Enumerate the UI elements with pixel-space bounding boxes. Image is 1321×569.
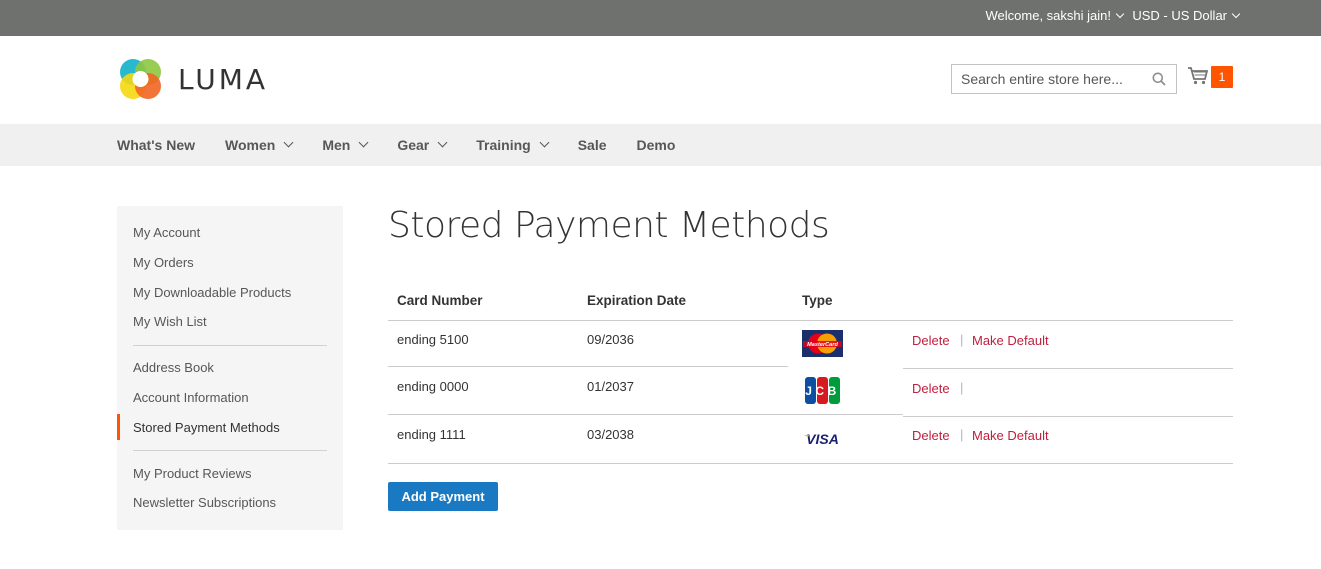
nav-label: Sale bbox=[577, 137, 607, 153]
row-divider bbox=[388, 366, 788, 367]
luma-logo-icon bbox=[120, 59, 161, 99]
chevron-down-icon bbox=[283, 137, 294, 147]
jcb-icon: JCB bbox=[805, 377, 840, 404]
nav-label: Women bbox=[225, 137, 276, 153]
nav-gear[interactable]: Gear bbox=[397, 137, 448, 153]
expiration-cell: 03/2038 bbox=[587, 427, 634, 442]
jcb-text: JCB bbox=[805, 384, 840, 398]
action-separator: | bbox=[960, 380, 964, 395]
sidebar-item-my-orders[interactable]: My Orders bbox=[133, 255, 194, 270]
nav-label: Training bbox=[476, 137, 531, 153]
expiration-cell: 09/2036 bbox=[587, 332, 634, 347]
nav-label: Demo bbox=[636, 137, 676, 153]
top-bar: Welcome, sakshi jain! USD - US Dollar bbox=[0, 0, 1321, 36]
sidebar-divider bbox=[133, 345, 327, 346]
action-separator: | bbox=[960, 427, 964, 442]
visa-text: VISA bbox=[806, 431, 839, 447]
chevron-down-icon bbox=[1115, 9, 1125, 19]
nav-sale[interactable]: Sale bbox=[578, 137, 607, 153]
delete-link[interactable]: Delete bbox=[912, 381, 950, 396]
card-number-cell: ending 1111 bbox=[397, 427, 466, 442]
visa-icon: VISA bbox=[804, 431, 839, 447]
currency-switcher[interactable]: USD - US Dollar bbox=[1132, 8, 1241, 23]
nav-training[interactable]: Training bbox=[476, 137, 550, 153]
mastercard-icon: MasterCard bbox=[802, 330, 843, 357]
column-header-type: Type bbox=[802, 293, 833, 308]
nav-label: Men bbox=[322, 137, 351, 153]
sidebar-item-product-reviews[interactable]: My Product Reviews bbox=[133, 466, 251, 481]
currency-text: USD - US Dollar bbox=[1132, 8, 1227, 23]
sidebar-item-downloadable-products[interactable]: My Downloadable Products bbox=[133, 285, 291, 300]
sidebar-item-wish-list[interactable]: My Wish List bbox=[133, 314, 207, 329]
header-divider bbox=[388, 320, 1233, 321]
add-payment-button[interactable]: Add Payment bbox=[388, 482, 498, 511]
action-separator: | bbox=[960, 332, 964, 347]
chevron-down-icon bbox=[539, 137, 550, 147]
main-nav: What's New Women Men Gear Training Sale … bbox=[0, 124, 1321, 166]
row-divider bbox=[903, 416, 1233, 417]
sidebar-item-newsletter-subscriptions[interactable]: Newsletter Subscriptions bbox=[133, 495, 276, 510]
welcome-menu[interactable]: Welcome, sakshi jain! bbox=[985, 8, 1125, 23]
chevron-down-icon bbox=[1231, 9, 1241, 19]
row-divider bbox=[903, 368, 1233, 369]
sidebar-item-stored-payment-methods: Stored Payment Methods bbox=[133, 420, 280, 435]
sidebar-divider bbox=[133, 450, 327, 451]
cart-icon bbox=[1188, 67, 1209, 85]
nav-whats-new[interactable]: What's New bbox=[117, 137, 195, 153]
sidebar-item-my-account[interactable]: My Account bbox=[133, 225, 200, 240]
card-number-cell: ending 0000 bbox=[397, 379, 469, 394]
search-input[interactable] bbox=[952, 65, 1142, 93]
sidebar-item-address-book[interactable]: Address Book bbox=[133, 360, 214, 375]
active-indicator bbox=[117, 414, 120, 440]
search-box bbox=[951, 64, 1177, 94]
mastercard-text: MasterCard bbox=[807, 342, 838, 348]
account-sidebar: My Account My Orders My Downloadable Pro… bbox=[117, 206, 343, 530]
make-default-link[interactable]: Make Default bbox=[972, 428, 1049, 443]
logo-text: LUMA bbox=[178, 63, 269, 96]
delete-link[interactable]: Delete bbox=[912, 333, 950, 348]
sidebar-item-account-information[interactable]: Account Information bbox=[133, 390, 249, 405]
row-divider bbox=[388, 463, 1233, 464]
card-number-cell: ending 5100 bbox=[397, 332, 469, 347]
expiration-cell: 01/2037 bbox=[587, 379, 634, 394]
search-icon[interactable] bbox=[1152, 72, 1166, 86]
nav-men[interactable]: Men bbox=[322, 137, 369, 153]
chevron-down-icon bbox=[437, 137, 448, 147]
make-default-link[interactable]: Make Default bbox=[972, 333, 1049, 348]
column-header-card-number: Card Number bbox=[397, 293, 483, 308]
column-header-expiration-date: Expiration Date bbox=[587, 293, 687, 308]
page-title: Stored Payment Methods bbox=[388, 205, 830, 246]
nav-label: What's New bbox=[117, 137, 196, 153]
nav-demo[interactable]: Demo bbox=[637, 137, 676, 153]
nav-label: Gear bbox=[397, 137, 430, 153]
cart-count-badge: 1 bbox=[1211, 66, 1233, 88]
row-divider bbox=[388, 414, 903, 415]
nav-women[interactable]: Women bbox=[225, 137, 294, 153]
delete-link[interactable]: Delete bbox=[912, 428, 950, 443]
chevron-down-icon bbox=[358, 137, 369, 147]
welcome-text: Welcome, sakshi jain! bbox=[985, 8, 1111, 23]
